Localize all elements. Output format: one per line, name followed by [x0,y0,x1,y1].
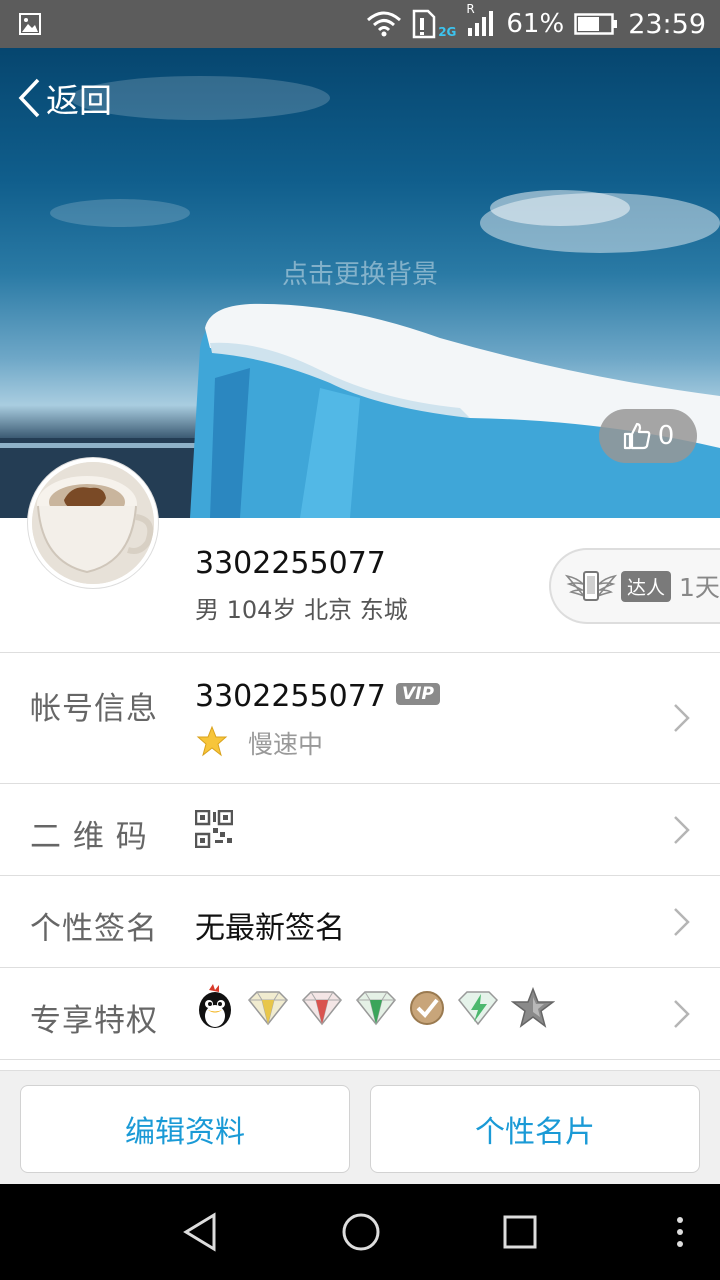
edit-profile-button[interactable]: 编辑资料 [20,1085,350,1173]
sim-card-icon [412,9,436,39]
cover-background[interactable]: 返回 点击更换背景 0 [0,48,720,518]
chevron-right-icon [674,816,690,844]
battery-icon [574,13,618,35]
thumbs-up-icon [623,422,651,450]
speed-status: 慢速中 [248,730,324,759]
chevron-right-icon [674,1000,690,1028]
qrcode-label: 二 维 码 [30,819,148,855]
chevron-right-icon [674,908,690,936]
wifi-icon [367,11,402,37]
battery-percentage: 61% [506,9,565,39]
account-info-row[interactable]: 帐号信息 3302255077 VIP 慢速中 [0,653,720,783]
account-number: 3302255077 [195,679,386,714]
back-button[interactable]: 返回 [16,76,112,120]
profile-screen: 2G R 61% 23:59 返回 点击更换背景 0 3302255077 男 … [0,0,720,1280]
daren-badge[interactable]: 达人 1天 [549,548,720,624]
daren-days: 1天 [679,573,720,602]
account-info-label: 帐号信息 [30,691,158,727]
qr-code-icon [195,810,233,848]
network-type-label: 2G [438,25,457,39]
check-coin-icon [410,991,444,1025]
winged-phone-icon [565,571,617,601]
signature-row[interactable]: 个性签名 无最新签名 [0,876,720,967]
vip-badge: VIP [396,683,440,705]
chevron-right-icon [674,704,690,732]
gallery-notification-icon [19,13,41,35]
daren-tag: 达人 [621,570,672,602]
clock: 23:59 [628,8,706,40]
chevron-left-icon [18,78,40,118]
signal-indicator: R [466,2,496,38]
signature-value: 无最新签名 [195,911,345,946]
star-icon [196,725,228,757]
privileges-label: 专享特权 [30,1003,158,1039]
profile-details: 男 104岁 北京 东城 [195,596,408,624]
recents-square-icon[interactable] [502,1212,538,1252]
back-label: 返回 [46,81,112,120]
back-triangle-icon[interactable] [182,1212,218,1252]
profile-name: 3302255077 [195,546,386,581]
roaming-label: R [466,2,475,16]
like-count: 0 [657,421,675,451]
yellow-diamond-icon [247,991,289,1026]
business-card-button[interactable]: 个性名片 [370,1085,700,1173]
home-circle-icon[interactable] [341,1212,381,1252]
red-diamond-icon [301,991,343,1026]
sim-indicator: 2G [412,9,456,39]
qq-penguin-icon [199,984,231,1028]
coffee-cup-avatar-image [32,462,154,584]
avatar[interactable] [28,458,158,588]
gray-star-icon [511,987,555,1028]
status-bar: 2G R 61% 23:59 [0,0,720,48]
privileges-row[interactable]: 专享特权 [0,968,720,1059]
signature-label: 个性签名 [30,911,158,947]
more-options-icon[interactable] [674,1216,686,1248]
lightning-diamond-icon [457,991,499,1026]
system-navigation-bar [0,1184,720,1280]
like-button[interactable]: 0 [599,409,697,463]
green-diamond-icon [355,991,397,1026]
privilege-icons [195,984,555,1032]
action-bar: 编辑资料 个性名片 [0,1070,720,1184]
change-background-hint[interactable]: 点击更换背景 [0,254,720,291]
divider [0,1059,720,1060]
qrcode-row[interactable]: 二 维 码 [0,784,720,875]
